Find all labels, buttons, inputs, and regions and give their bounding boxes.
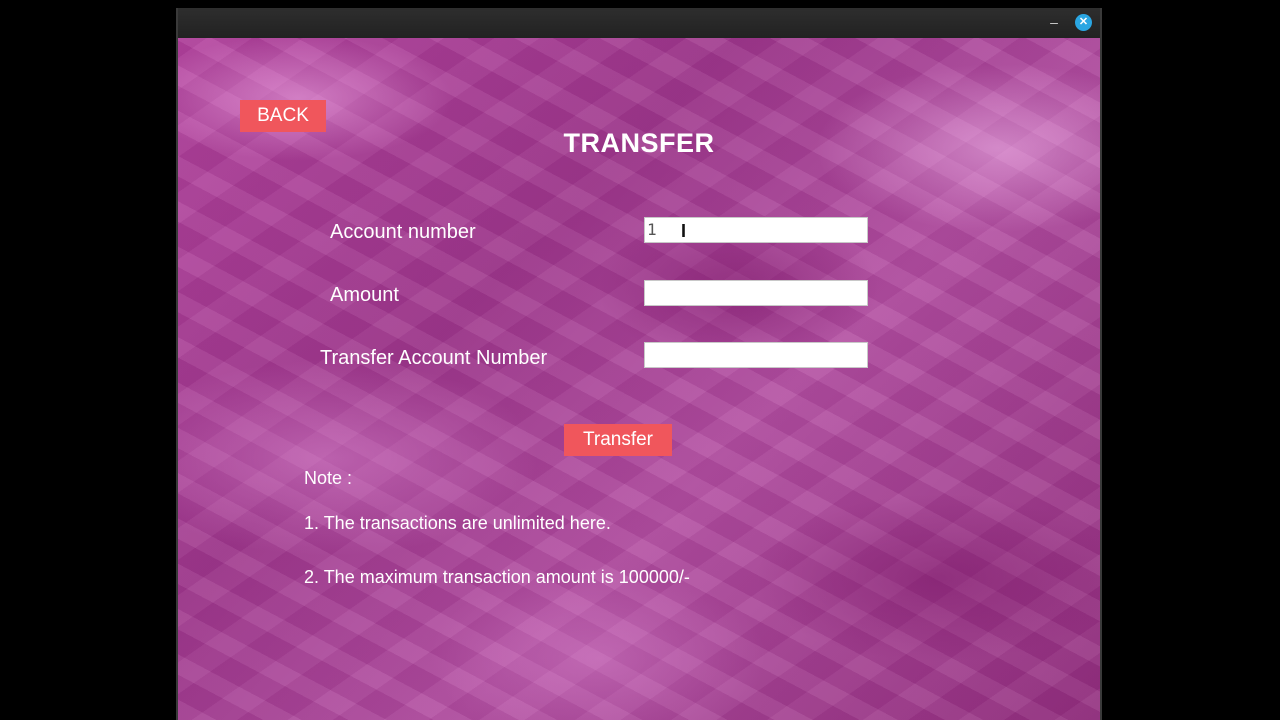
transfer-panel: BACK TRANSFER Account number 1 I Amount … [178, 38, 1100, 720]
transfer-account-number-label: Transfer Account Number [320, 347, 548, 369]
transfer-button[interactable]: Transfer [564, 424, 672, 456]
page-title: TRANSFER [563, 128, 715, 158]
title-bar[interactable]: – ✕ [178, 8, 1100, 39]
close-icon[interactable]: ✕ [1075, 14, 1092, 31]
minimize-icon[interactable]: – [1046, 14, 1062, 30]
note-heading: Note : [304, 468, 353, 488]
note-line-1: 1. The transactions are unlimited here. [304, 513, 611, 533]
account-number-label: Account number [330, 221, 476, 243]
amount-input[interactable] [644, 280, 868, 306]
note-line-2: 2. The maximum transaction amount is 100… [304, 567, 690, 587]
app-window: – ✕ BACK TRANSFER Account number 1 I Amo… [176, 8, 1102, 720]
transfer-account-number-input[interactable] [644, 342, 868, 368]
amount-label: Amount [330, 284, 399, 306]
account-number-input[interactable]: 1 [644, 217, 868, 243]
text-cursor-icon: I [681, 221, 687, 241]
